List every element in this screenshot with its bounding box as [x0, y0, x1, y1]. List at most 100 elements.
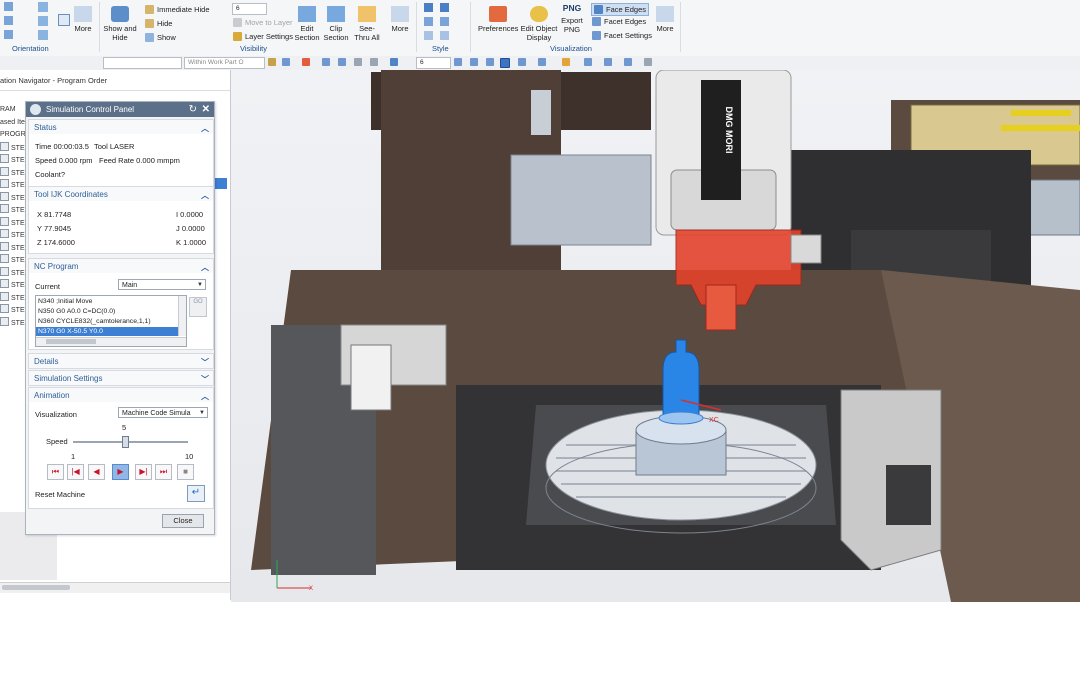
current-program-select[interactable]: Main ▼ [118, 279, 206, 290]
top-view-icon[interactable] [38, 16, 48, 26]
see-thru-icon [358, 6, 376, 22]
move-to-layer-button[interactable]: Move to Layer [233, 18, 293, 27]
preferences-icon [489, 6, 507, 22]
coolant-readout: Coolant? [35, 170, 66, 179]
divider [0, 90, 230, 91]
display-icon[interactable] [604, 58, 612, 66]
shaded-edges-icon[interactable] [440, 3, 449, 12]
immediate-hide-button[interactable]: Immediate Hide [145, 5, 210, 14]
nc-line[interactable]: N340 ;Initial Move [36, 297, 180, 306]
lasso-icon[interactable] [370, 58, 378, 66]
horizontal-scrollbar[interactable] [36, 337, 186, 346]
hide-button[interactable]: Hide [145, 19, 172, 28]
layer-icon[interactable] [624, 58, 632, 66]
pencil-icon[interactable] [58, 14, 70, 26]
details-header[interactable]: Details ﹀ [29, 354, 213, 368]
vertical-scrollbar[interactable] [178, 296, 186, 336]
more-visibility-button[interactable]: More [389, 6, 411, 33]
navigator-row[interactable]: RAM [0, 104, 16, 115]
point-icon[interactable] [338, 58, 346, 66]
step-back-button[interactable]: |◀ [67, 464, 84, 480]
close-icon[interactable]: ✕ [202, 102, 210, 117]
i-coordinate: I 0.0000 [176, 210, 204, 219]
more-visualization-button[interactable]: More [654, 6, 676, 33]
face-edges-toggle[interactable]: Face Edges [591, 3, 650, 16]
type-filter-combo[interactable] [103, 57, 182, 69]
reset-dialog-icon[interactable]: ↻ [189, 102, 197, 117]
static-wireframe-icon[interactable] [424, 31, 433, 40]
wireframe-icon[interactable] [424, 17, 433, 26]
navigator-row[interactable]: ased Iter [0, 117, 27, 128]
pencil-icon[interactable] [500, 58, 510, 68]
view-icon[interactable] [4, 16, 13, 25]
speed-slider[interactable] [73, 436, 188, 448]
rewind-to-start-button[interactable]: ⏮ [47, 464, 64, 480]
selection-scope-combo[interactable]: Within Work Part O [184, 57, 265, 69]
wcs-icon[interactable] [644, 58, 652, 66]
visualization-select[interactable]: Machine Code Simula ▼ [118, 407, 208, 418]
simulation-settings-header[interactable]: Simulation Settings ﹀ [29, 371, 213, 385]
export-png-button[interactable]: PNG Export PNG [560, 4, 584, 35]
toolbar-layer-combo[interactable]: 6 [416, 57, 451, 69]
show-button[interactable]: Show [145, 33, 176, 42]
box-select-icon[interactable] [354, 58, 362, 66]
facet-edges-button[interactable]: Facet Edges [592, 17, 646, 26]
nc-line[interactable]: N370 G0 X-50.5 Y0.0 [36, 327, 180, 336]
go-button[interactable]: GO [189, 297, 207, 317]
clip-section-button[interactable]: Clip Section [322, 6, 350, 42]
point-icon[interactable] [322, 58, 330, 66]
front-view-icon[interactable] [38, 2, 48, 12]
nc-line[interactable]: N350 G0 A0.0 C=DC(0.0) [36, 307, 180, 316]
rotate-icon[interactable] [486, 58, 494, 66]
render-style-icon[interactable] [562, 58, 570, 66]
animation-header[interactable]: Animation ︿ [29, 388, 213, 402]
graphics-viewport[interactable]: DMG MORI XC X [231, 70, 1080, 602]
separator [416, 2, 417, 52]
nc-line[interactable]: N360 CYCLE832(_camtolerance,1,1) [36, 317, 180, 326]
step-forward-button[interactable]: ▶| [135, 464, 152, 480]
view-icon[interactable] [4, 2, 13, 11]
section-icon[interactable] [584, 58, 592, 66]
cube-icon[interactable] [390, 58, 398, 66]
close-button[interactable]: Close [162, 514, 204, 528]
edit-object-display-button[interactable]: Edit Object Display [520, 6, 558, 42]
zoom-icon[interactable] [470, 58, 478, 66]
see-thru-all-button[interactable]: See-Thru All [352, 6, 382, 42]
view-icon[interactable] [4, 30, 13, 39]
layer-combo[interactable]: 6 [232, 3, 267, 15]
snap-icon[interactable] [268, 58, 276, 66]
horizontal-scrollbar[interactable] [0, 582, 230, 593]
scrollbar-thumb[interactable] [2, 585, 70, 590]
stop-button[interactable]: ■ [177, 464, 194, 480]
status-header[interactable]: Status ︿ [29, 120, 213, 134]
hidden-edges-icon[interactable] [440, 17, 449, 26]
view-orientation-icon[interactable] [538, 58, 546, 66]
show-and-hide-button[interactable]: Show and Hide [103, 6, 137, 42]
nc-code-list[interactable]: N340 ;Initial Move N350 G0 A0.0 C=DC(0.0)… [35, 295, 187, 347]
scrollbar-thumb[interactable] [46, 339, 96, 344]
studio-icon[interactable] [440, 31, 449, 40]
facet-settings-button[interactable]: Facet Settings [592, 31, 652, 40]
trunnion-window [886, 465, 931, 525]
laser-nozzle [705, 284, 737, 331]
coordinates-header[interactable]: Tool IJK Coordinates ︿ [29, 187, 213, 201]
reset-machine-button[interactable]: ↵ [187, 485, 205, 502]
preferences-button[interactable]: Preferences [478, 6, 518, 33]
play-reverse-button[interactable]: ◀ [88, 464, 105, 480]
deselect-icon[interactable] [302, 58, 310, 66]
forward-to-end-button[interactable]: ⏭ [155, 464, 172, 480]
select-icon[interactable] [282, 58, 290, 66]
fit-icon[interactable] [454, 58, 462, 66]
edit-section-button[interactable]: Edit Section [293, 6, 321, 42]
play-button[interactable]: ▶ [112, 464, 129, 480]
speed-slider-thumb[interactable] [121, 436, 129, 448]
right-view-icon[interactable] [38, 30, 48, 40]
more-orientation-button[interactable]: More [72, 6, 94, 33]
layer-settings-button[interactable]: Layer Settings [233, 32, 293, 41]
selection-toolbar: Within Work Part O 6 [0, 56, 1080, 71]
pan-icon[interactable] [518, 58, 526, 66]
simulation-settings-section: Simulation Settings ﹀ [28, 370, 214, 386]
navigator-row-label: RAM [0, 106, 16, 113]
nc-program-header[interactable]: NC Program ︿ [29, 259, 213, 273]
shaded-icon[interactable] [424, 3, 433, 12]
